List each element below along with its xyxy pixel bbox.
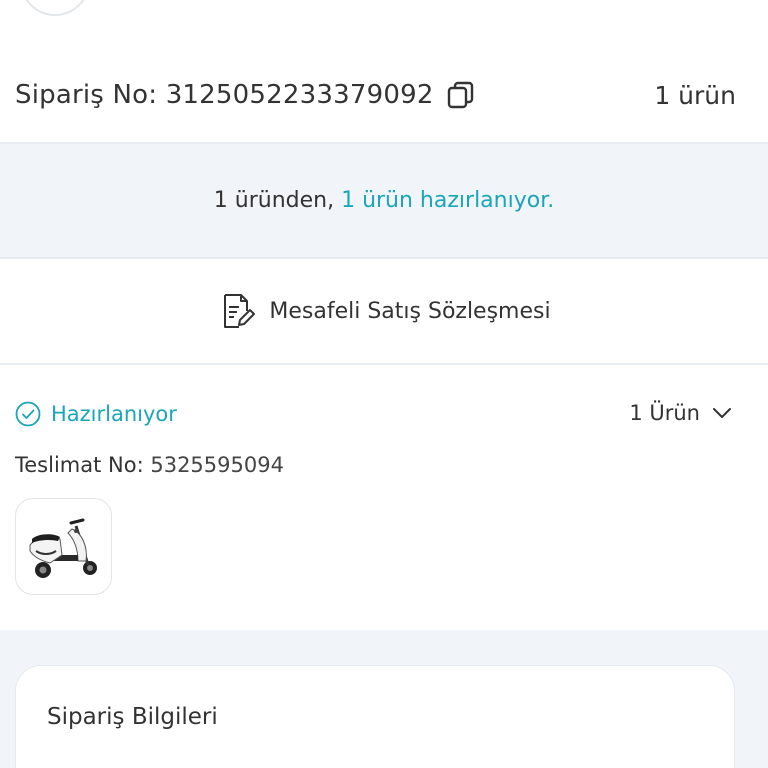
copy-icon[interactable]	[446, 80, 476, 110]
chevron-down-icon	[713, 408, 731, 418]
product-list-toggle-label: 1 Ürün	[629, 401, 700, 425]
distance-sales-contract-link[interactable]: Mesafeli Satış Sözleşmesi	[0, 259, 768, 363]
order-status-summary: 1 üründen, 1 ürün hazırlanıyor.	[0, 144, 768, 257]
order-number-label: Sipariş No: 3125052233379092	[15, 80, 434, 110]
order-number-prefix: Sipariş No:	[15, 80, 158, 110]
status-summary-prefix: 1 üründen,	[213, 188, 335, 213]
delivery-status: Hazırlanıyor	[15, 401, 177, 427]
order-info-card: Sipariş Bilgileri	[15, 665, 735, 768]
avatar-partial	[20, 0, 90, 16]
order-number-row: Sipariş No: 3125052233379092 1 ürün	[0, 66, 768, 124]
electric-scooter-image	[29, 518, 97, 578]
delivery-status-text: Hazırlanıyor	[51, 402, 177, 426]
order-number-value: 3125052233379092	[165, 80, 434, 110]
check-circle-icon	[15, 401, 41, 427]
tracking-number: Teslimat No: 5325595094	[15, 453, 284, 477]
order-detail-page: Sipariş No: 3125052233379092 1 ürün 1 ür…	[0, 0, 768, 768]
status-summary-highlight: 1 ürün hazırlanıyor.	[341, 188, 555, 213]
contract-label: Mesafeli Satış Sözleşmesi	[269, 298, 551, 324]
delivery-section: Hazırlanıyor 1 Ürün Teslimat No: 5325595…	[0, 365, 768, 630]
product-list-toggle[interactable]: 1 Ürün	[629, 401, 732, 425]
product-thumbnail[interactable]	[15, 498, 112, 595]
tracking-value: 5325595094	[150, 453, 284, 477]
order-info-title: Sipariş Bilgileri	[47, 704, 218, 730]
document-edit-icon	[224, 294, 256, 328]
cut-off-header-text	[270, 0, 490, 2]
tracking-label: Teslimat No:	[15, 453, 144, 477]
order-item-count: 1 ürün	[654, 80, 736, 110]
